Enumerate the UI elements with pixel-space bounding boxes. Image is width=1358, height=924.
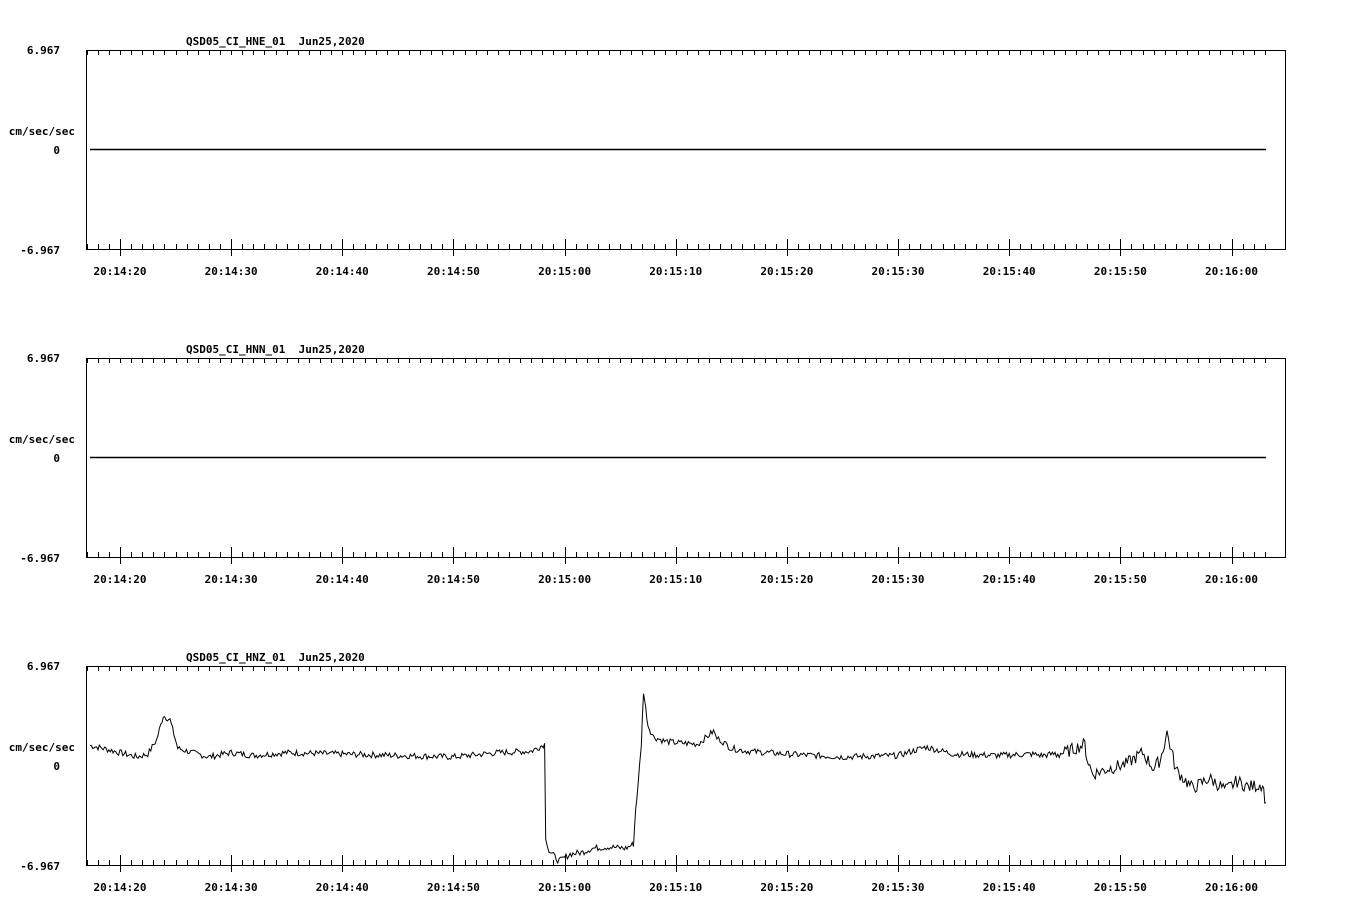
time-axis-ticks bbox=[87, 358, 1266, 564]
time-tick-label: 20:15:40 bbox=[983, 573, 1036, 586]
time-tick-label: 20:15:50 bbox=[1094, 573, 1147, 586]
ytick-label-zero: 0 bbox=[53, 144, 60, 157]
time-tick-label: 20:14:30 bbox=[205, 265, 258, 278]
y-axis-units-label: cm/sec/sec bbox=[9, 433, 75, 446]
hne-channel-panel: QSD05_CI_HNE_01 Jun25,2020 6.967 cm/sec/… bbox=[9, 35, 1286, 278]
ytick-label-min: -6.967 bbox=[20, 552, 60, 565]
time-tick-label: 20:14:50 bbox=[427, 265, 480, 278]
hnz-channel-panel: QSD05_CI_HNZ_01 Jun25,2020 6.967 cm/sec/… bbox=[9, 651, 1286, 894]
ytick-label-max: 6.967 bbox=[27, 660, 60, 673]
hnn-channel-panel: QSD05_CI_HNN_01 Jun25,2020 6.967 cm/sec/… bbox=[9, 343, 1286, 586]
time-tick-label: 20:14:50 bbox=[427, 573, 480, 586]
time-tick-label: 20:15:30 bbox=[872, 573, 925, 586]
time-tick-label: 20:15:30 bbox=[872, 881, 925, 894]
ytick-label-min: -6.967 bbox=[20, 244, 60, 257]
time-axis-labels: 20:14:20 20:14:30 20:14:40 20:14:50 20:15:00… bbox=[94, 573, 1258, 586]
y-axis-units-label: cm/sec/sec bbox=[9, 741, 75, 754]
y-axis-units-label: cm/sec/sec bbox=[9, 125, 75, 138]
channel-title: QSD05_CI_HNE_01 Jun25,2020 bbox=[186, 35, 365, 48]
time-axis-labels: 20:14:20 20:14:30 20:14:40 20:14:50 20:15:00… bbox=[94, 265, 1258, 278]
ytick-label-zero: 0 bbox=[53, 452, 60, 465]
time-tick-label: 20:14:40 bbox=[316, 265, 369, 278]
time-tick-label: 20:15:40 bbox=[983, 265, 1036, 278]
ytick-label-zero: 0 bbox=[53, 760, 60, 773]
channel-title: QSD05_CI_HNN_01 Jun25,2020 bbox=[186, 343, 365, 356]
time-tick-label: 20:14:40 bbox=[316, 881, 369, 894]
time-tick-label: 20:15:50 bbox=[1094, 265, 1147, 278]
plot-frame bbox=[86, 666, 1286, 866]
time-tick-label: 20:16:00 bbox=[1205, 265, 1258, 278]
time-tick-label: 20:16:00 bbox=[1205, 881, 1258, 894]
time-tick-label: 20:14:40 bbox=[316, 573, 369, 586]
time-tick-label: 20:14:20 bbox=[94, 265, 147, 278]
time-tick-label: 20:14:30 bbox=[205, 881, 258, 894]
time-tick-label: 20:14:50 bbox=[427, 881, 480, 894]
time-tick-label: 20:15:10 bbox=[649, 881, 702, 894]
time-axis-labels: 20:14:20 20:14:30 20:14:40 20:14:50 20:15:00… bbox=[94, 881, 1258, 894]
time-tick-label: 20:15:30 bbox=[872, 265, 925, 278]
time-tick-label: 20:15:00 bbox=[538, 265, 591, 278]
time-tick-label: 20:14:20 bbox=[94, 881, 147, 894]
ytick-label-max: 6.967 bbox=[27, 44, 60, 57]
ytick-label-min: -6.967 bbox=[20, 860, 60, 873]
time-axis-ticks bbox=[87, 50, 1266, 256]
time-tick-label: 20:15:20 bbox=[760, 881, 813, 894]
time-tick-label: 20:15:50 bbox=[1094, 881, 1147, 894]
channel-title: QSD05_CI_HNZ_01 Jun25,2020 bbox=[186, 651, 365, 664]
time-axis-ticks bbox=[87, 666, 1266, 872]
time-tick-label: 20:15:10 bbox=[649, 573, 702, 586]
time-tick-label: 20:15:00 bbox=[538, 573, 591, 586]
hnz-waveform-trace bbox=[89, 693, 1267, 865]
time-tick-label: 20:15:40 bbox=[983, 881, 1036, 894]
time-tick-label: 20:16:00 bbox=[1205, 573, 1258, 586]
time-tick-label: 20:15:20 bbox=[760, 265, 813, 278]
seismogram-figure: QSD05_CI_HNE_01 Jun25,2020 6.967 cm/sec/… bbox=[9, 35, 1286, 894]
time-tick-label: 20:15:00 bbox=[538, 881, 591, 894]
time-tick-label: 20:14:30 bbox=[205, 573, 258, 586]
ytick-label-max: 6.967 bbox=[27, 352, 60, 365]
time-tick-label: 20:15:20 bbox=[760, 573, 813, 586]
time-tick-label: 20:15:10 bbox=[649, 265, 702, 278]
time-tick-label: 20:14:20 bbox=[94, 573, 147, 586]
